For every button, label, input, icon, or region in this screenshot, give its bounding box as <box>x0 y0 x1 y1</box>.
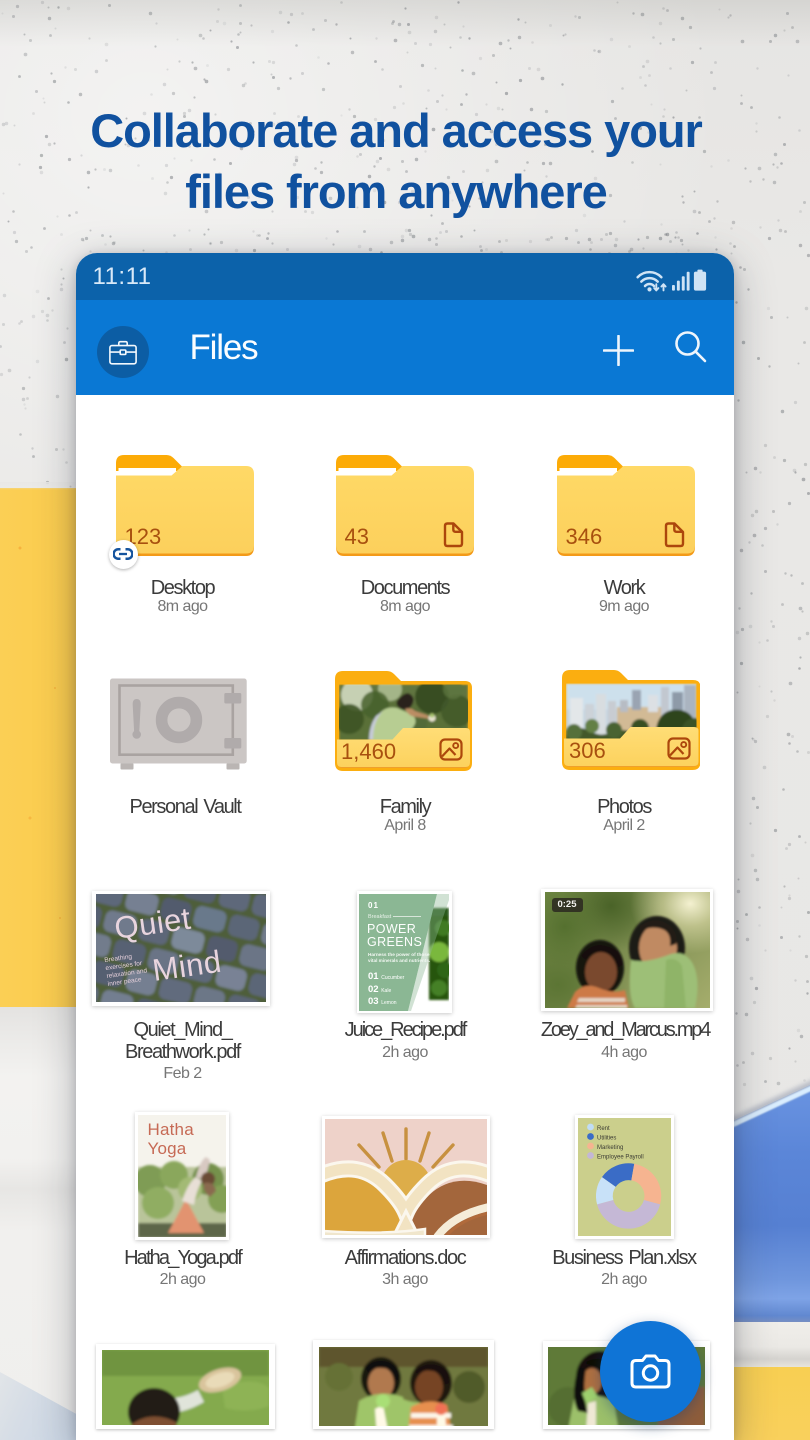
svg-text:Utilities: Utilities <box>597 1135 616 1141</box>
svg-text:43: 43 <box>345 524 369 549</box>
svg-text:Employee Payroll: Employee Payroll <box>597 1154 644 1160</box>
svg-text:306: 306 <box>569 738 606 763</box>
svg-text:346: 346 <box>565 524 602 549</box>
svg-text:Marketing: Marketing <box>597 1145 623 1151</box>
svg-text:1,460: 1,460 <box>341 739 396 764</box>
svg-text:Rent: Rent <box>597 1126 610 1132</box>
